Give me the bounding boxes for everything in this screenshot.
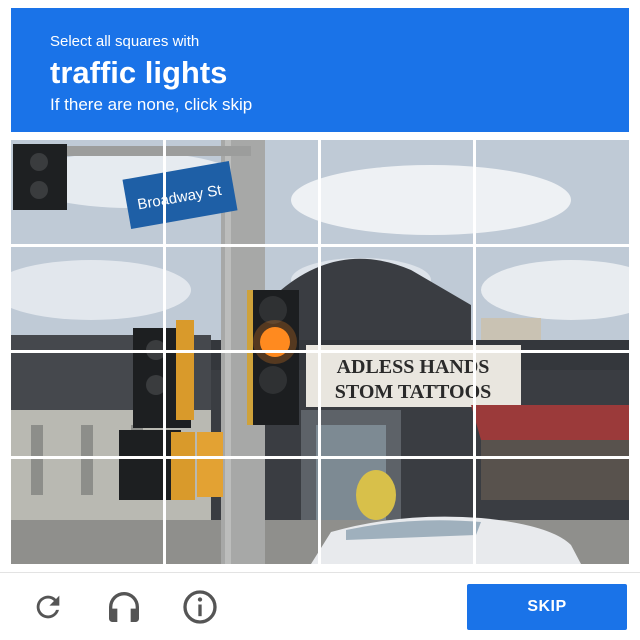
grid-tile[interactable] [321,459,473,564]
instruction-text: Select all squares with [50,33,200,50]
info-icon[interactable] [180,587,220,627]
grid-tile[interactable] [166,459,318,564]
captcha-dialog: Select all squares with traffic lights I… [0,0,640,640]
skip-button[interactable]: SKIP [467,584,627,630]
grid-tile[interactable] [11,247,163,350]
hint-text: If there are none, click skip [50,95,253,114]
image-grid: ADLESS HANDS STOM TATTOOS Broadway St [11,140,629,564]
grid-tile[interactable] [11,353,163,456]
reload-icon[interactable] [28,587,68,627]
grid-tile[interactable] [321,140,473,244]
challenge-header: Select all squares with traffic lights I… [11,8,629,132]
grid-tile[interactable] [476,353,629,456]
grid-tile[interactable] [11,459,163,564]
grid-tile[interactable] [166,353,318,456]
grid-tile[interactable] [166,140,318,244]
challenge-footer: SKIP [0,572,640,640]
target-object-text: traffic lights [50,55,228,90]
grid-tile[interactable] [166,247,318,350]
grid-tile[interactable] [11,140,163,244]
grid-tile[interactable] [476,140,629,244]
tile-layer [11,140,629,564]
grid-tile[interactable] [321,353,473,456]
headphones-icon[interactable] [104,587,144,627]
grid-tile[interactable] [476,459,629,564]
grid-tile[interactable] [321,247,473,350]
grid-tile[interactable] [476,247,629,350]
